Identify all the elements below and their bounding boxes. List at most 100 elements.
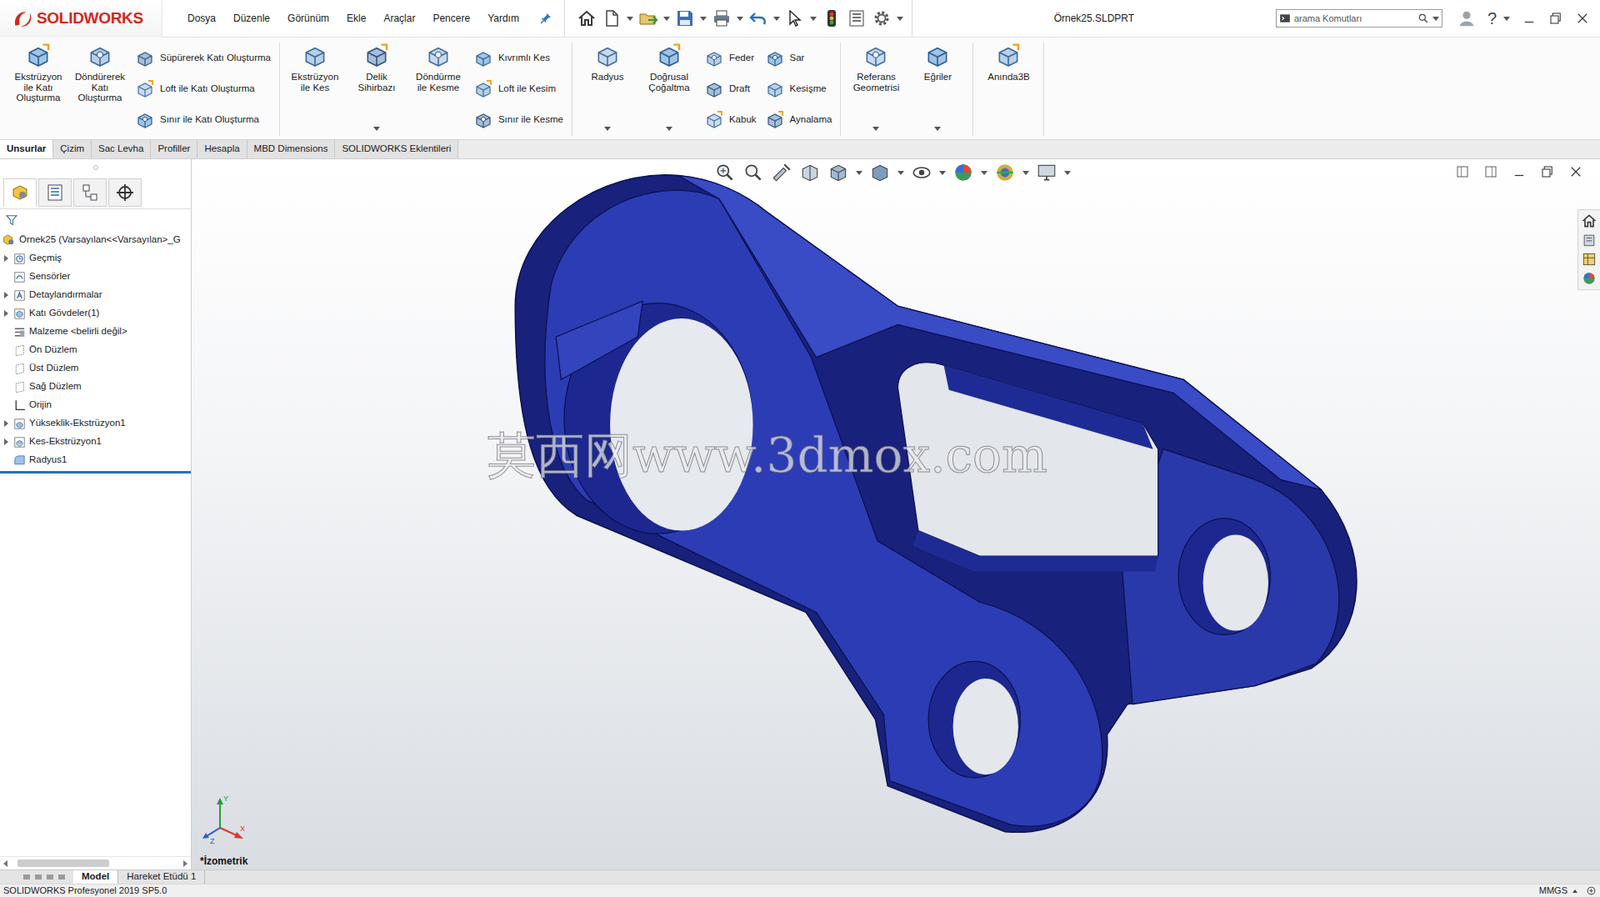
scroll-thumb[interactable]: [17, 859, 110, 867]
dropdown-caret[interactable]: [773, 16, 780, 21]
hide-show-icon[interactable]: [910, 161, 933, 184]
ribbon-button[interactable]: Loft ile Katı Oluşturma: [135, 73, 271, 105]
rebuild-icon[interactable]: [821, 8, 842, 29]
pin-icon[interactable]: [539, 11, 553, 25]
ribbon-button[interactable]: Draft: [704, 73, 757, 105]
ribbon-button[interactable]: Sar: [765, 42, 833, 74]
tab-scroll-icon[interactable]: [21, 871, 32, 882]
tree-item[interactable]: Sensörler: [0, 267, 191, 286]
part-model[interactable]: [191, 159, 1600, 870]
close-icon[interactable]: [1575, 10, 1590, 26]
tree-item[interactable]: Ön Düzlem: [0, 340, 191, 360]
tree-item[interactable]: Detaylandırmalar: [0, 285, 191, 305]
ribbon-button[interactable]: Döndürme ile Kesme: [408, 42, 469, 136]
command-tab[interactable]: Sac Levha: [91, 140, 151, 159]
help-menu[interactable]: ?: [1487, 10, 1510, 27]
open-icon[interactable]: [638, 8, 659, 29]
scroll-right[interactable]: [183, 860, 188, 867]
ribbon-button[interactable]: Ekstrüzyon ile Katı Oluşturma: [8, 42, 69, 136]
tree-item[interactable]: Katı Gövdeler(1): [0, 304, 191, 323]
logo[interactable]: SOLIDWORKS: [0, 0, 163, 38]
scroll-left[interactable]: [3, 860, 8, 867]
dropdown-caret[interactable]: [1064, 170, 1071, 175]
ribbon-button[interactable]: Radyus: [577, 42, 638, 136]
dropdown-caret[interactable]: [855, 170, 863, 175]
tree-item[interactable]: Radyus1: [0, 450, 191, 470]
expand-toggle[interactable]: [1, 437, 10, 446]
ribbon-button[interactable]: Delik Sihirbazı: [346, 42, 407, 136]
options-icon[interactable]: [871, 8, 892, 29]
expand-toggle[interactable]: [1, 309, 10, 318]
ribbon-button[interactable]: Feder: [704, 42, 757, 74]
apply-scene-icon[interactable]: [994, 161, 1016, 184]
expand-toggle[interactable]: [1, 290, 10, 300]
panel-tab[interactable]: [73, 178, 107, 207]
tab-scroll-icon[interactable]: [45, 871, 55, 882]
ribbon-button[interactable]: Kesişme: [765, 73, 833, 105]
rollback-bar[interactable]: [0, 470, 191, 474]
tab-scroll-icon[interactable]: [33, 871, 44, 882]
ribbon-button[interactable]: Kıvrımlı Kes: [473, 42, 564, 74]
dropdown-caret[interactable]: [1503, 16, 1510, 21]
ribbon-button[interactable]: Ekstrüzyon ile Kes: [285, 42, 345, 136]
dropdown-caret[interactable]: [897, 170, 905, 175]
home-icon[interactable]: [576, 8, 597, 29]
model-tab[interactable]: Hareket Etüdü 1: [118, 870, 205, 884]
units-label[interactable]: MMGS: [1539, 883, 1568, 897]
tab-scroll-icon[interactable]: [56, 871, 67, 882]
restore-icon[interactable]: [1548, 10, 1564, 26]
viewport-minimize-icon[interactable]: [1511, 164, 1527, 180]
zoom-area-icon[interactable]: [742, 161, 765, 184]
previous-view-icon[interactable]: [770, 161, 793, 184]
menu-item[interactable]: Araçlar: [383, 10, 415, 26]
search-icon[interactable]: [1417, 12, 1430, 25]
command-tab[interactable]: MBD Dimensions: [247, 140, 336, 159]
undo-icon[interactable]: [748, 8, 769, 29]
design-library-icon[interactable]: [1580, 231, 1598, 249]
command-tab[interactable]: Hesapla: [197, 140, 247, 159]
file-explorer-icon[interactable]: [1580, 250, 1598, 268]
status-options-icon[interactable]: [1585, 885, 1597, 896]
dropdown-caret[interactable]: [1022, 170, 1030, 175]
dropdown-caret[interactable]: [736, 16, 744, 21]
file-properties-icon[interactable]: [846, 8, 867, 29]
panel-tab[interactable]: [108, 178, 142, 207]
dropdown-arrow[interactable]: [872, 126, 880, 131]
ribbon-button[interactable]: Loft ile Kesim: [473, 73, 564, 105]
dropdown-caret[interactable]: [626, 16, 634, 21]
tree-item[interactable]: Kes-Ekstrüzyon1: [0, 432, 191, 451]
unit-system[interactable]: MMGS: [1539, 883, 1578, 897]
ribbon-button[interactable]: Eğriler: [907, 42, 968, 136]
filter-icon[interactable]: [5, 213, 19, 227]
dropdown-caret[interactable]: [939, 170, 946, 175]
menu-item[interactable]: Düzenle: [233, 10, 270, 26]
tree-item[interactable]: Orijin: [0, 395, 191, 415]
ribbon-button[interactable]: Döndürerek Katı Oluşturma: [70, 42, 130, 136]
ribbon-button[interactable]: Referans Geometrisi: [845, 42, 906, 136]
command-tab[interactable]: SOLIDWORKS Eklentileri: [335, 140, 459, 159]
save-icon[interactable]: [675, 8, 695, 29]
print-icon[interactable]: [711, 8, 732, 29]
panel-tab[interactable]: [38, 178, 72, 207]
dropdown-caret[interactable]: [896, 16, 904, 21]
dropdown-arrow[interactable]: [604, 126, 611, 131]
minimize-icon[interactable]: [1521, 10, 1537, 26]
tree-item[interactable]: Yükseklik-Ekstrüzyon1: [0, 414, 191, 433]
search-input[interactable]: [1294, 10, 1415, 26]
dropdown-caret[interactable]: [700, 16, 707, 21]
dropdown-arrow[interactable]: [373, 126, 380, 131]
tree-item[interactable]: Sağ Düzlem: [0, 377, 191, 396]
select-icon[interactable]: [785, 8, 805, 29]
menu-item[interactable]: Görünüm: [287, 10, 330, 26]
tree-root[interactable]: Örnek25 (Varsayılan<<Varsayılan>_G: [0, 230, 191, 250]
viewport-close-icon[interactable]: [1568, 164, 1584, 180]
viewport-restore-icon[interactable]: [1540, 164, 1555, 180]
ribbon-button[interactable]: Anında3B: [978, 42, 1039, 136]
tree-item[interactable]: Malzeme <belirli değil>: [0, 322, 191, 341]
ribbon-button[interactable]: Kabuk: [704, 104, 757, 135]
units-menu-arrow[interactable]: [1572, 889, 1578, 893]
edit-appearance-icon[interactable]: [952, 161, 975, 184]
section-view-icon[interactable]: [799, 161, 821, 184]
new-document-icon[interactable]: [601, 8, 622, 29]
dropdown-arrow[interactable]: [934, 126, 941, 131]
